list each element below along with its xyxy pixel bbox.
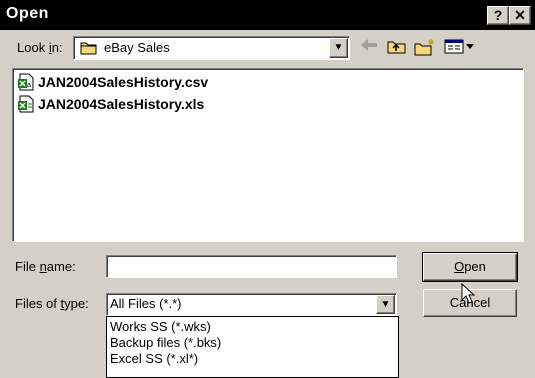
file-name: JAN2004SalesHistory.xls [38, 96, 205, 112]
title-bar[interactable]: Open ? ✕ [0, 0, 535, 30]
view-menu-icon[interactable] [443, 38, 477, 58]
file-name: JAN2004SalesHistory.csv [38, 74, 209, 90]
look-in-value: eBay Sales [104, 40, 170, 55]
help-button[interactable]: ? [487, 6, 509, 25]
list-item[interactable]: JAN2004SalesHistory.xls [17, 95, 204, 113]
window-title: Open [6, 5, 49, 22]
svg-text:a: a [27, 82, 31, 89]
file-type-dropdown-list[interactable]: Works SS (*.wks) Backup files (*.bks) Ex… [106, 316, 399, 378]
file-list[interactable]: a JAN2004SalesHistory.csv JAN2004SalesHi… [12, 68, 524, 242]
excel-file-icon [18, 95, 34, 113]
folder-icon [80, 42, 97, 55]
files-of-type-value: All Files (*.*) [110, 296, 182, 311]
files-of-type-combo[interactable]: All Files (*.*) ▼ [106, 293, 397, 316]
close-button[interactable]: ✕ [509, 6, 531, 25]
mouse-cursor-icon [461, 283, 476, 304]
file-name-label: File name: [15, 259, 76, 274]
files-of-type-dropdown-button[interactable]: ▼ [376, 295, 395, 314]
list-item[interactable]: a JAN2004SalesHistory.csv [17, 73, 208, 91]
up-folder-icon[interactable] [385, 38, 409, 58]
back-arrow-icon[interactable] [357, 38, 381, 58]
file-type-option[interactable]: Backup files (*.bks) [110, 335, 221, 351]
look-in-label: Look in: [17, 40, 63, 55]
file-type-option[interactable]: Works SS (*.wks) [110, 319, 211, 335]
open-button[interactable]: Open [422, 252, 518, 282]
look-in-dropdown-button[interactable]: ▼ [329, 38, 348, 58]
csv-file-icon: a [18, 73, 34, 91]
file-name-input[interactable] [106, 255, 397, 278]
file-type-option[interactable]: Excel SS (*.xl*) [110, 351, 198, 367]
look-in-combo[interactable]: eBay Sales ▼ [73, 36, 350, 60]
files-of-type-label: Files of type: [15, 296, 89, 311]
new-folder-icon[interactable] [413, 38, 437, 58]
